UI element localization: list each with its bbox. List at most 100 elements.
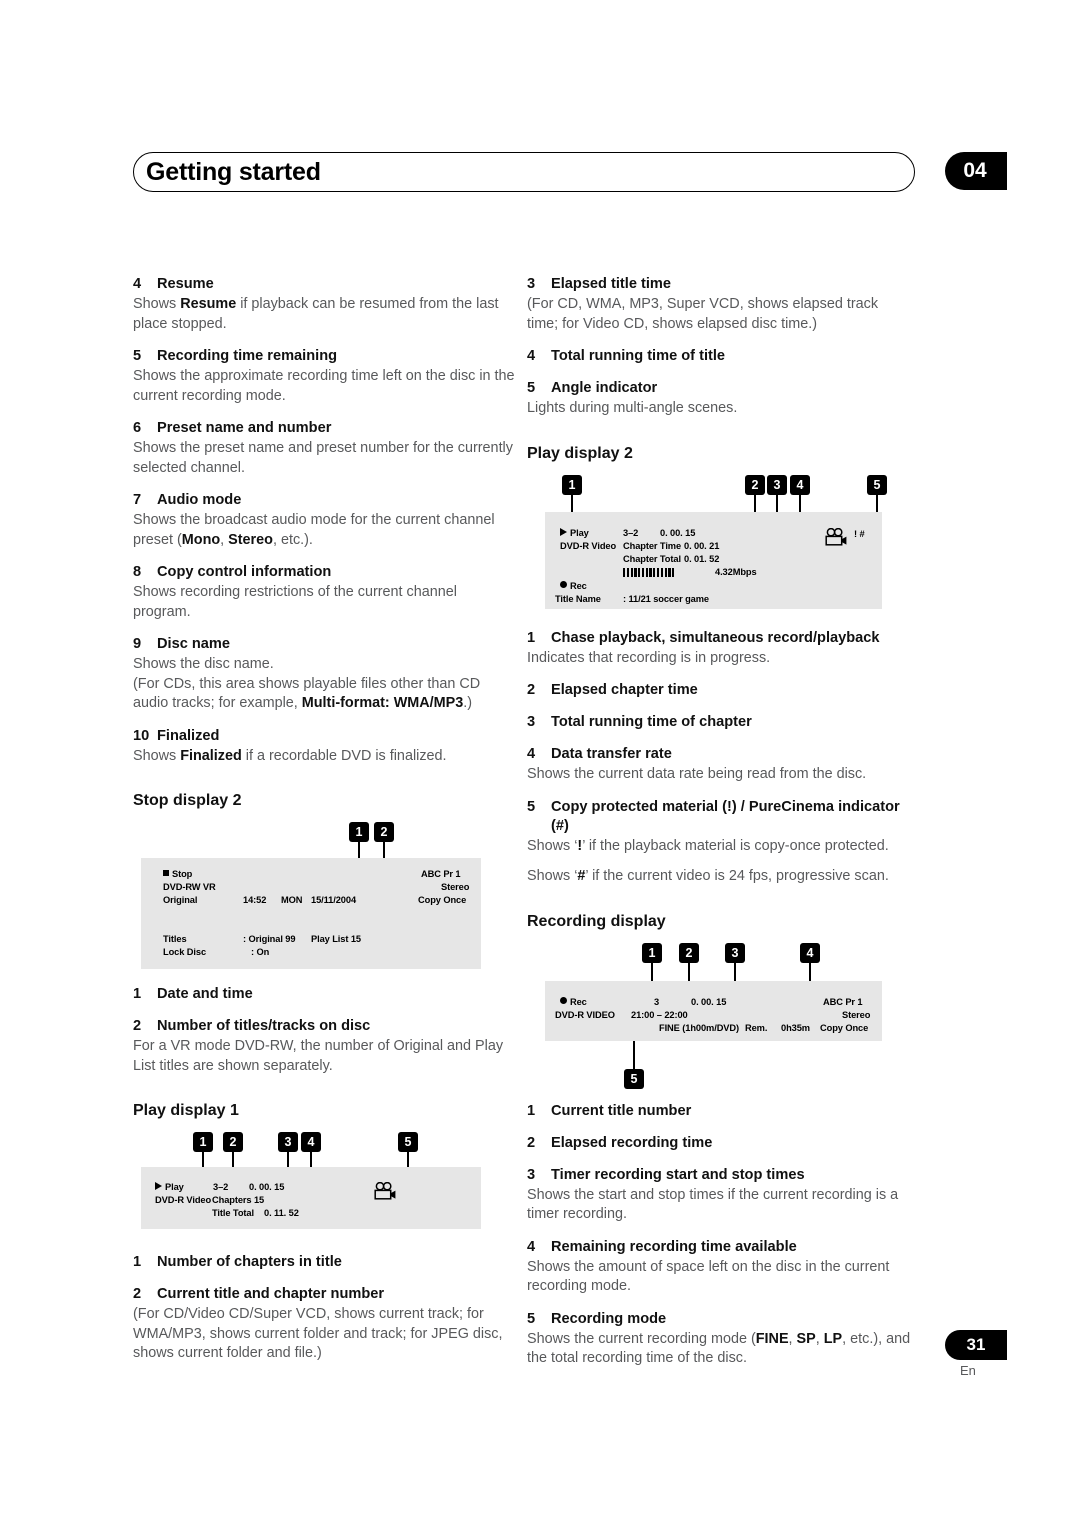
language-code: En [960,1363,976,1378]
item-number: 5 [527,1310,536,1327]
callout-2: 2 [745,474,765,495]
body-pre: Shows [133,296,181,312]
item-number: 1 [527,1102,536,1119]
panel-status: Play [155,1182,184,1192]
list-item: 2 Number of titles/tracks on disc For a … [133,1017,518,1076]
item-number: 2 [133,1018,142,1034]
item-title: Elapsed recording time [551,1134,713,1151]
list-item: 2 Elapsed chapter time [527,681,912,700]
body-emphasis: FINE [755,1330,789,1347]
item-title: Finalized [157,727,220,744]
item-title: Data transfer rate [551,746,672,762]
panel-mode: Original [163,895,198,905]
item-title: Current title number [551,1102,692,1119]
item-heading: 2 Current title and chapter number [133,1285,518,1304]
item-heading: 1 Chase playback, simultaneous record/pl… [527,629,912,648]
item-body: Shows the disc name. (For CDs, this area … [133,655,518,714]
list-item: 5 Copy protected material (!) / PureCine… [527,798,912,887]
panel-title-number: 3 [654,996,660,1007]
section-heading-play-display-2: Play display 2 [527,444,633,462]
list-item: 4 Total running time of title [527,347,912,366]
item-number: 4 [133,276,142,292]
panel-rec-status: Rec [560,996,587,1007]
page-header: Getting started 04 [0,0,1080,215]
panel-day: MON [281,895,303,905]
item-heading: 4 Resume [133,275,518,294]
body-emphasis: LP [823,1330,843,1347]
panel-elapsed-time: 0. 00. 15 [660,527,696,538]
list-item: 6 Preset name and number Shows the prese… [133,419,518,478]
panel-preset: ABC Pr 1 [823,996,863,1007]
item-number: 3 [527,276,536,292]
panel-rec-status: Rec [560,580,587,591]
movie-camera-icon [373,1181,399,1207]
item-number: 1 [133,986,142,1002]
item-number: 6 [133,420,142,436]
panel-disc-type: DVD-R VIDEO [555,1009,615,1020]
list-item: 1 Number of chapters in title [133,1253,518,1272]
item-heading: 7 Audio mode [133,491,518,510]
callout-4: 4 [790,474,810,495]
callout-1: 1 [562,474,582,495]
item-number: 2 [527,1134,536,1151]
list-item: 2 Current title and chapter number (For … [133,1285,518,1364]
left-column: 4 Resume Shows Resume if playback can be… [133,275,518,1377]
section-heading-recording-display: Recording display [527,912,666,930]
callout-2: 2 [223,1132,243,1152]
item-title: Angle indicator [551,380,658,396]
item-number: 4 [527,348,536,364]
item-body: Shows the start and stop times if the cu… [527,1186,899,1223]
item-number: 2 [133,1286,142,1302]
item-number: 9 [133,636,142,652]
panel-chapters: Chapters 15 [212,1195,265,1205]
callout-1: 1 [349,822,369,842]
section-heading-play-display-1: Play display 1 [133,1102,239,1119]
body-pre: Shows the current recording mode ( [527,1330,756,1347]
body-pre: Shows ‘ [527,837,578,854]
panel-title-total-value: 0. 11. 52 [264,1208,299,1218]
panel-titles-value: : Original 99 [243,934,296,944]
item-heading: 1 Current title number [527,1102,912,1121]
item-number: 7 [133,492,142,508]
signal-level-bars [623,567,675,577]
item-heading: 5 Recording time remaining [133,347,518,366]
panel-elapsed-time: 0. 00. 15 [249,1182,285,1192]
item-body: Shows the amount of space left on the di… [527,1258,890,1295]
item-number: 3 [527,714,536,730]
item-title: Total running time of chapter [551,714,752,730]
item-heading: 3 Elapsed title time [527,275,912,294]
callout-4: 4 [301,1132,321,1152]
item-body-2: Shows ‘#’ if the current video is 24 fps… [527,867,912,887]
item-heading: 3 Total running time of chapter [527,713,912,732]
panel-title-name-label: Title Name [555,593,601,604]
callout-2: 2 [374,822,394,842]
record-icon [560,580,567,588]
item-heading: 5 Copy protected material (!) / PureCine… [527,798,912,836]
callout-5: 5 [867,474,887,495]
list-item: 5 Recording mode Shows the current recor… [527,1310,912,1369]
callout-5: 5 [624,1068,644,1089]
item-number: 1 [133,1254,142,1270]
item-title: Elapsed chapter time [551,682,698,698]
body-emphasis: Resume [180,296,237,312]
play-icon [560,527,567,536]
stop-icon [163,870,169,876]
item-title: Recording time remaining [157,348,338,364]
play-icon [155,1182,162,1190]
panel-title-name-value: : 11/21 soccer game [623,593,709,604]
panel-disc-type: DVD-R Video [155,1195,212,1205]
callout-4: 4 [800,942,820,963]
panel-rem-value: 0h35m [781,1022,810,1033]
item-number: 1 [527,629,536,646]
item-body: Shows Resume if playback can be resumed … [133,295,518,334]
item-title: Copy control information [157,564,332,580]
item-number: 4 [527,1238,536,1255]
item-heading: 9 Disc name [133,635,518,654]
panel-audio-mode: Stereo [842,1009,871,1020]
callout-1: 1 [193,1132,213,1152]
list-item: 1 Chase playback, simultaneous record/pl… [527,629,912,669]
item-title: Total running time of title [551,348,726,364]
body-mid: , [788,1330,797,1347]
body-pre: Shows ‘ [527,868,578,884]
item-body: Shows recording restrictions of the curr… [133,584,457,620]
